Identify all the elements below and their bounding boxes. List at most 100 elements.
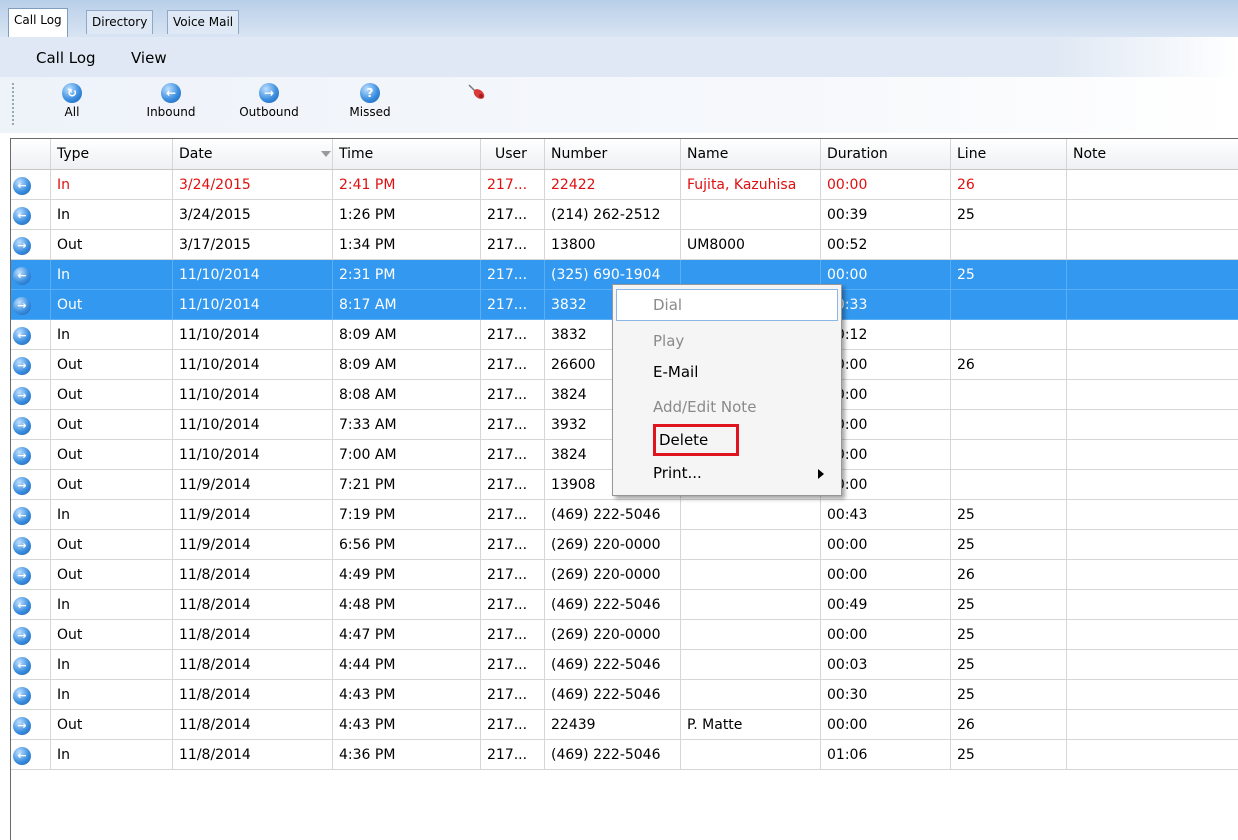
cell-duration: 00:43 [821,500,951,530]
cell-user: 217... [481,470,545,500]
menu-item-play[interactable]: Play [653,327,684,355]
outbound-arrow-icon: → [13,477,31,495]
cell-time: 2:41 PM [333,170,481,200]
cell-time: 2:31 PM [333,260,481,290]
cell-note [1067,710,1238,740]
cell-time: 1:34 PM [333,230,481,260]
cell-user: 217... [481,260,545,290]
table-row[interactable]: → Out 11/8/2014 4:47 PM 217... (269) 220-0000… [11,620,1238,650]
header-name[interactable]: Name [681,139,821,169]
cell-note [1067,590,1238,620]
cell-time: 4:48 PM [333,590,481,620]
menu-item-print[interactable]: Print... [653,459,702,487]
inbound-arrow-icon: ← [13,687,31,705]
table-row[interactable]: → Out 3/17/2015 1:34 PM 217... 13800 UM8000 00:… [11,230,1238,260]
cell-duration: 00:00 [821,560,951,590]
filter-inbound-button[interactable]: ← Inbound [136,83,206,119]
table-row[interactable]: ← In 11/8/2014 4:43 PM 217... (469) 222-5046 0… [11,680,1238,710]
cell-type: In [51,200,173,230]
toolbar-grip[interactable] [12,83,14,127]
header-duration[interactable]: Duration [821,139,951,169]
cell-line: 26 [951,560,1067,590]
pushpin-icon[interactable] [466,82,486,102]
cell-line: 26 [951,710,1067,740]
filter-all-button[interactable]: ↻ All [37,83,107,119]
cell-user: 217... [481,230,545,260]
menu-item-email[interactable]: E-Mail [653,358,698,386]
menu-item-add-edit-note[interactable]: Add/Edit Note [653,393,756,421]
cell-note [1067,380,1238,410]
cell-note [1067,500,1238,530]
cell-time: 7:19 PM [333,500,481,530]
direction-icon-cell: ← [11,740,51,770]
cell-time: 7:00 AM [333,440,481,470]
direction-icon-cell: ← [11,200,51,230]
cell-number: 13800 [545,230,681,260]
menu-item-delete[interactable]: Delete [659,426,708,454]
cell-line [951,470,1067,500]
cell-note [1067,440,1238,470]
header-type[interactable]: Type [51,139,173,169]
cell-type: Out [51,290,173,320]
cell-duration: 00:00 [821,710,951,740]
cell-time: 4:49 PM [333,560,481,590]
cell-date: 11/10/2014 [173,440,333,470]
cell-time: 4:44 PM [333,650,481,680]
cell-type: Out [51,440,173,470]
filter-outbound-button[interactable]: → Outbound [234,83,304,119]
menu-item-dial[interactable]: Dial [653,291,682,319]
cell-note [1067,290,1238,320]
cell-date: 11/10/2014 [173,260,333,290]
tab-call-log[interactable]: Call Log [8,8,68,37]
cell-type: Out [51,380,173,410]
cell-date: 11/8/2014 [173,740,333,770]
cell-line: 25 [951,500,1067,530]
header-time[interactable]: Time [333,139,481,169]
cell-type: Out [51,350,173,380]
grid-header: Type Date Time User Number Name Duration… [11,139,1238,170]
table-row[interactable]: → Out 11/8/2014 4:49 PM 217... (269) 220-0000… [11,560,1238,590]
inbound-arrow-icon: ← [13,597,31,615]
header-line[interactable]: Line [951,139,1067,169]
table-row[interactable]: ← In 11/8/2014 4:36 PM 217... (469) 222-5046 0… [11,740,1238,770]
cell-number: 22422 [545,170,681,200]
cell-name [681,500,821,530]
table-row[interactable]: → Out 11/8/2014 4:43 PM 217... 22439 P. Matte 0… [11,710,1238,740]
header-date[interactable]: Date [173,139,333,169]
filter-missed-button[interactable]: ? Missed [335,83,405,119]
header-user[interactable]: User [481,139,545,169]
cell-name [681,620,821,650]
header-number[interactable]: Number [545,139,681,169]
table-row[interactable]: ← In 11/8/2014 4:44 PM 217... (469) 222-5046 0… [11,650,1238,680]
menu-view[interactable]: View [131,49,167,67]
cell-note [1067,260,1238,290]
cell-type: In [51,590,173,620]
cell-user: 217... [481,500,545,530]
cell-date: 11/9/2014 [173,470,333,500]
table-row[interactable]: ← In 3/24/2015 1:26 PM 217... (214) 262-2512 0… [11,200,1238,230]
cell-line: 26 [951,350,1067,380]
table-row[interactable]: ← In 11/8/2014 4:48 PM 217... (469) 222-5046 0… [11,590,1238,620]
table-row[interactable]: → Out 11/9/2014 6:56 PM 217... (269) 220-0000… [11,530,1238,560]
cell-number: (469) 222-5046 [545,740,681,770]
cell-line [951,440,1067,470]
cell-user: 217... [481,350,545,380]
cell-note [1067,350,1238,380]
cell-user: 217... [481,320,545,350]
header-note[interactable]: Note [1067,139,1238,169]
cell-user: 217... [481,620,545,650]
cell-line: 25 [951,260,1067,290]
cell-number: (269) 220-0000 [545,530,681,560]
cell-type: Out [51,710,173,740]
direction-icon-cell: ← [11,650,51,680]
tab-directory[interactable]: Directory [86,10,154,34]
cell-name [681,560,821,590]
cell-note [1067,530,1238,560]
cell-line: 26 [951,170,1067,200]
table-row[interactable]: ← In 11/9/2014 7:19 PM 217... (469) 222-5046 0… [11,500,1238,530]
cell-time: 7:21 PM [333,470,481,500]
table-row[interactable]: ← In 3/24/2015 2:41 PM 217... 22422 Fujita, Ka… [11,170,1238,200]
tab-voice-mail[interactable]: Voice Mail [167,10,240,34]
menu-call-log[interactable]: Call Log [36,49,96,67]
cell-type: Out [51,620,173,650]
